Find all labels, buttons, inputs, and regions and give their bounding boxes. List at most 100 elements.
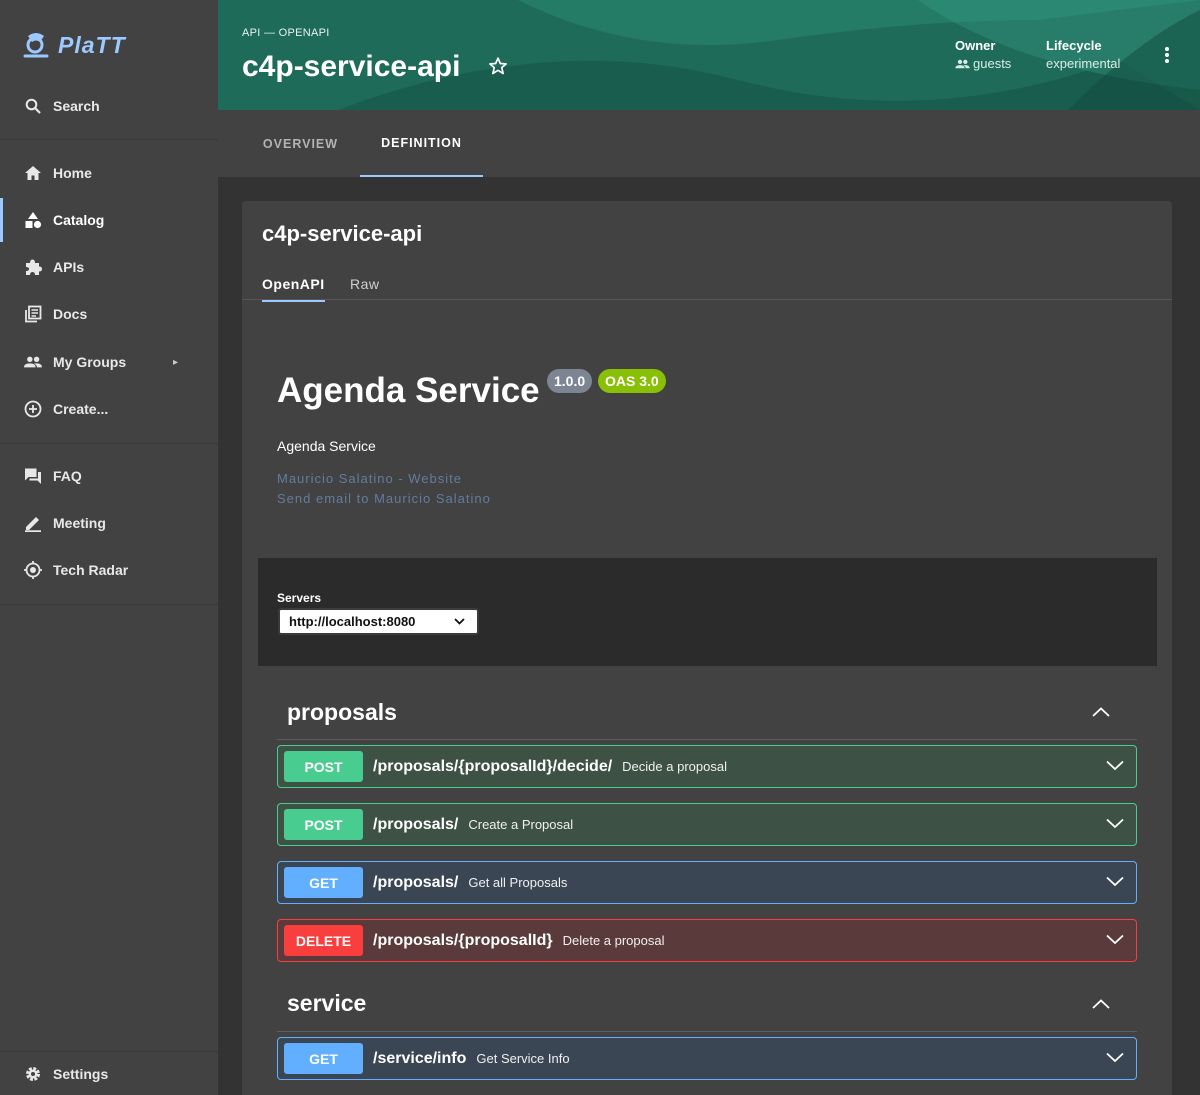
chevron-right-icon: ▸ <box>172 356 178 368</box>
sidebar: PlaTT Search Home Catalog APIs Docs My G… <box>0 0 218 1095</box>
sidebar-item-label: Create... <box>53 401 109 417</box>
operation-row[interactable]: POST /proposals/{proposalId}/decide/ Dec… <box>277 745 1137 788</box>
owner-value[interactable]: guests <box>955 56 1011 71</box>
sidebar-item-label: My Groups <box>53 354 127 370</box>
logo-text: PlaTT <box>58 31 126 58</box>
api-description: Agenda Service <box>277 438 376 454</box>
sidebar-item-catalog[interactable]: Catalog <box>0 198 218 242</box>
sidebar-item-settings[interactable]: Settings <box>0 1051 218 1095</box>
operation-summary: Get all Proposals <box>468 875 568 890</box>
section-title-service[interactable]: service <box>287 990 366 1017</box>
chevron-up-icon[interactable] <box>1092 704 1110 722</box>
sidebar-item-label: Tech Radar <box>53 562 129 578</box>
radar-icon <box>24 561 42 579</box>
pencil-icon <box>24 514 42 532</box>
puzzle-icon <box>24 258 42 276</box>
sidebar-item-tech-radar[interactable]: Tech Radar <box>0 548 218 592</box>
operation-path: /service/info <box>373 1049 467 1067</box>
chevron-down-icon[interactable] <box>1106 876 1124 887</box>
sidebar-search[interactable]: Search <box>0 84 218 128</box>
sidebar-item-apis[interactable]: APIs <box>0 245 218 289</box>
contact-website-link[interactable]: Mauricio Salatino - Website <box>277 471 462 486</box>
servers-label: Servers <box>277 591 322 605</box>
chevron-up-icon[interactable] <box>1092 996 1110 1014</box>
owner-value-text: guests <box>973 56 1012 71</box>
sidebar-item-home[interactable]: Home <box>0 151 218 195</box>
sidebar-item-label: FAQ <box>53 468 82 484</box>
entity-tabs: OVERVIEW DEFINITION <box>218 110 1200 177</box>
method-badge: POST <box>284 809 363 840</box>
star-icon[interactable] <box>488 56 508 81</box>
version-badge: 1.0.0 <box>547 369 593 393</box>
operation-summary: Get Service Info <box>476 1051 570 1066</box>
divider <box>242 299 1172 300</box>
operation-row[interactable]: POST /proposals/ Create a Proposal <box>277 803 1137 846</box>
chevron-down-icon[interactable] <box>1106 760 1124 771</box>
sidebar-item-my-groups[interactable]: My Groups ▸ <box>0 340 218 384</box>
home-icon <box>24 164 42 182</box>
method-badge: DELETE <box>284 925 363 956</box>
operation-row[interactable]: GET /proposals/ Get all Proposals <box>277 861 1137 904</box>
sidebar-item-label: Catalog <box>53 212 105 228</box>
sidebar-item-label: Meeting <box>53 515 106 531</box>
operation-path: /proposals/{proposalId}/decide/ <box>373 757 613 775</box>
operation-summary: Delete a proposal <box>562 933 665 948</box>
card-title: c4p-service-api <box>262 221 423 246</box>
page-title: c4p-service-api <box>242 50 461 83</box>
divider <box>0 139 218 140</box>
lifecycle-meta: Lifecycle experimental <box>1046 38 1120 71</box>
forum-icon <box>24 467 42 485</box>
method-badge: POST <box>284 751 363 782</box>
page-header: API — OPENAPI c4p-service-api Owner gues… <box>218 0 1200 110</box>
method-badge: GET <box>284 867 363 898</box>
tab-overview[interactable]: OVERVIEW <box>242 110 359 177</box>
chevron-down-icon[interactable] <box>1106 818 1124 829</box>
operation-path: /proposals/ <box>373 815 459 833</box>
operation-path: /proposals/ <box>373 873 459 891</box>
section-title-proposals[interactable]: proposals <box>287 699 397 726</box>
tab-definition[interactable]: DEFINITION <box>360 110 483 177</box>
owner-label: Owner <box>955 38 996 53</box>
divider <box>277 1031 1137 1032</box>
operation-summary: Create a Proposal <box>468 817 574 832</box>
contact-email-link[interactable]: Send email to Mauricio Salatino <box>277 491 491 506</box>
chevron-down-icon[interactable] <box>1106 934 1124 945</box>
sidebar-item-faq[interactable]: FAQ <box>0 454 218 498</box>
chevron-down-icon[interactable] <box>1106 1052 1124 1063</box>
sidebar-item-label: APIs <box>53 259 85 275</box>
sidebar-search-label: Search <box>53 98 100 114</box>
sidebar-item-docs[interactable]: Docs <box>0 292 218 336</box>
oas-badge: OAS 3.0 <box>598 369 666 393</box>
catalog-icon <box>24 211 42 229</box>
sidebar-item-label: Docs <box>53 306 88 322</box>
method-badge: GET <box>284 1043 363 1074</box>
api-title: Agenda Service <box>277 371 540 410</box>
definition-card: c4p-service-api OpenAPI Raw Agenda Servi… <box>242 201 1172 1095</box>
platt-logo[interactable]: PlaTT <box>22 30 126 60</box>
sidebar-item-label: Home <box>53 165 92 181</box>
divider <box>277 739 1137 740</box>
chevron-down-icon <box>454 618 465 625</box>
operation-row[interactable]: GET /service/info Get Service Info <box>277 1037 1137 1080</box>
gear-icon <box>24 1065 42 1083</box>
breadcrumb: API — OPENAPI <box>242 27 330 39</box>
divider <box>0 604 218 605</box>
subtab-raw[interactable]: Raw <box>350 276 380 292</box>
operation-row[interactable]: DELETE /proposals/{proposalId} Delete a … <box>277 919 1137 962</box>
lifecycle-label: Lifecycle <box>1046 38 1102 53</box>
add-circle-icon <box>24 400 42 418</box>
operation-path: /proposals/{proposalId} <box>373 931 553 949</box>
owner-meta: Owner guests <box>955 38 1011 71</box>
settings-label: Settings <box>53 1065 109 1082</box>
divider <box>0 443 218 444</box>
lifecycle-value: experimental <box>1046 56 1121 71</box>
servers-select[interactable]: http://localhost:8080 <box>278 608 479 635</box>
operation-summary: Decide a proposal <box>622 759 727 774</box>
group-icon <box>955 59 970 68</box>
sidebar-item-meeting[interactable]: Meeting <box>0 501 218 545</box>
more-vert-icon[interactable] <box>1164 46 1170 69</box>
docs-icon <box>24 305 42 323</box>
sidebar-item-create[interactable]: Create... <box>0 387 218 431</box>
groups-icon <box>24 353 42 371</box>
servers-panel: Servers http://localhost:8080 <box>258 558 1157 666</box>
